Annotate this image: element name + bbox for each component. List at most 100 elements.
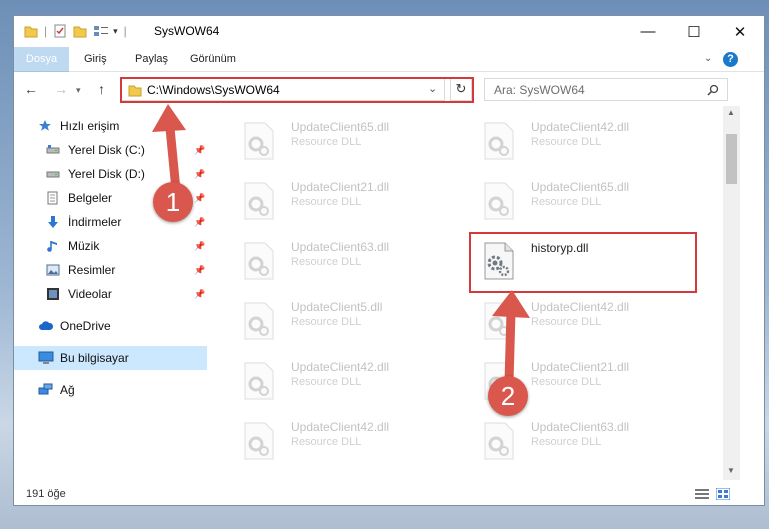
- up-arrow-icon[interactable]: ↑: [98, 81, 105, 97]
- sidebar-item-quick-access[interactable]: Hızlı erişim: [14, 114, 207, 138]
- sidebar-item-label: Videolar: [68, 287, 112, 301]
- dll-file-icon: [244, 302, 274, 340]
- sidebar-item-pictures[interactable]: Resimler 📌: [14, 258, 207, 282]
- forward-arrow-icon[interactable]: →: [54, 81, 68, 97]
- network-icon: [38, 383, 53, 395]
- dll-file-icon: [244, 422, 274, 460]
- file-type: Resource DLL: [531, 436, 602, 448]
- details-view-icon[interactable]: [695, 488, 709, 500]
- pin-icon[interactable]: 📌: [194, 217, 205, 228]
- step-2-badge: 2: [488, 376, 528, 416]
- sidebar-item-label: Yerel Disk (D:): [68, 167, 145, 181]
- search-icon: [707, 84, 719, 96]
- search-input[interactable]: Ara: SysWOW64: [494, 83, 585, 97]
- file-name: UpdateClient63.dll: [291, 240, 390, 254]
- sidebar-item-label: Belgeler: [68, 191, 113, 205]
- pin-icon[interactable]: 📌: [194, 241, 205, 252]
- scroll-thumb[interactable]: [726, 134, 737, 184]
- file-type: Resource DLL: [291, 256, 362, 268]
- file-item[interactable]: UpdateClient42.dll Resource DLL: [229, 416, 459, 466]
- sidebar-item-network[interactable]: Ağ: [14, 378, 207, 402]
- cloud-icon: [39, 321, 54, 330]
- sidebar-item-videos[interactable]: Videolar 📌: [14, 282, 207, 306]
- dll-file-icon: [484, 182, 514, 220]
- tab-home[interactable]: Giriş: [84, 47, 107, 71]
- ribbon: Dosya Giriş Paylaş Görünüm ⌄ ?: [14, 47, 764, 97]
- sidebar-item-label: OneDrive: [60, 319, 111, 333]
- file-name: UpdateClient42.dll: [291, 420, 390, 434]
- maximize-button[interactable]: ☐: [671, 16, 717, 47]
- documents-icon: [47, 191, 58, 205]
- sidebar-item-this-pc[interactable]: Bu bilgisayar: [14, 346, 207, 370]
- tab-share[interactable]: Paylaş: [135, 47, 168, 71]
- sidebar-item-label: Bu bilgisayar: [60, 351, 129, 365]
- file-name: UpdateClient21.dll: [291, 180, 390, 194]
- pin-icon[interactable]: 📌: [194, 289, 205, 300]
- file-item[interactable]: UpdateClient21.dll Resource DLL: [229, 176, 459, 226]
- close-button[interactable]: ✕: [717, 16, 763, 47]
- sidebar-item-label: İndirmeler: [68, 215, 122, 229]
- dll-file-icon: [244, 122, 274, 160]
- star-icon: [39, 120, 51, 131]
- pin-icon[interactable]: 📌: [194, 193, 205, 204]
- file-type: Resource DLL: [531, 196, 602, 208]
- file-item[interactable]: UpdateClient65.dll Resource DLL: [469, 176, 699, 226]
- dll-file-icon: [244, 182, 274, 220]
- file-type: Resource DLL: [291, 436, 362, 448]
- file-item[interactable]: UpdateClient42.dll Resource DLL: [229, 356, 459, 406]
- sidebar-item-label: Ağ: [60, 383, 75, 397]
- navigation-pane: Hızlı erişim Yerel Disk (C:) 📌 Yerel Dis…: [14, 106, 207, 471]
- computer-icon: [38, 351, 54, 364]
- back-arrow-icon[interactable]: ←: [24, 81, 38, 97]
- file-type: Resource DLL: [291, 376, 362, 388]
- file-item[interactable]: UpdateClient63.dll Resource DLL: [469, 416, 699, 466]
- view-icon[interactable]: [93, 24, 109, 38]
- scroll-down-icon[interactable]: ▼: [727, 466, 735, 475]
- file-name: UpdateClient65.dll: [531, 180, 630, 194]
- minimize-button[interactable]: —: [625, 16, 671, 47]
- drive-icon: [46, 145, 60, 154]
- sidebar-item-label: Müzik: [68, 239, 100, 253]
- file-item[interactable]: UpdateClient5.dll Resource DLL: [229, 296, 459, 346]
- help-button[interactable]: ?: [723, 52, 738, 67]
- drive-icon: [46, 171, 60, 178]
- download-icon: [48, 216, 58, 228]
- file-item[interactable]: UpdateClient65.dll Resource DLL: [229, 116, 459, 166]
- expand-ribbon-icon[interactable]: ⌄: [704, 53, 712, 64]
- music-icon: [47, 241, 57, 252]
- title-bar: | ▾ | SysWOW64 — ☐ ✕: [14, 16, 764, 47]
- sidebar-item-onedrive[interactable]: OneDrive: [14, 314, 207, 338]
- file-type: Resource DLL: [291, 316, 362, 328]
- sidebar-item-local-disk-c[interactable]: Yerel Disk (C:) 📌: [14, 138, 207, 162]
- file-type: Resource DLL: [531, 316, 602, 328]
- dll-file-icon: [244, 362, 274, 400]
- file-highlight: [469, 232, 697, 293]
- sidebar-item-music[interactable]: Müzik 📌: [14, 234, 207, 258]
- sidebar-item-label: Hızlı erişim: [60, 119, 120, 133]
- vertical-scrollbar[interactable]: ▲ ▼: [723, 106, 740, 480]
- customize-toolbar-icon[interactable]: ▾: [113, 26, 118, 37]
- scroll-up-icon[interactable]: ▲: [727, 108, 735, 117]
- pin-icon[interactable]: 📌: [194, 169, 205, 180]
- folder-icon: [24, 26, 38, 38]
- properties-icon[interactable]: [53, 24, 67, 38]
- window-title: SysWOW64: [154, 24, 220, 38]
- dll-file-icon: [484, 122, 514, 160]
- pin-icon[interactable]: 📌: [194, 145, 205, 156]
- file-item[interactable]: UpdateClient63.dll Resource DLL: [229, 236, 459, 286]
- file-name: UpdateClient63.dll: [531, 420, 630, 434]
- quick-access-toolbar: | ▾ |: [24, 23, 127, 39]
- dll-file-icon: [484, 422, 514, 460]
- search-box[interactable]: Ara: SysWOW64: [484, 78, 728, 101]
- sidebar-item-label: Resimler: [68, 263, 116, 277]
- new-folder-icon[interactable]: [73, 24, 87, 38]
- pin-icon[interactable]: 📌: [194, 265, 205, 276]
- file-item[interactable]: UpdateClient42.dll Resource DLL: [469, 116, 699, 166]
- file-type: Resource DLL: [291, 136, 362, 148]
- file-name: UpdateClient65.dll: [291, 120, 390, 134]
- large-icons-view-icon[interactable]: [716, 488, 730, 500]
- file-item[interactable]: UpdateClient42.dll Resource DLL: [469, 296, 699, 346]
- file-name: UpdateClient5.dll: [291, 300, 383, 314]
- tab-view[interactable]: Görünüm: [190, 47, 236, 71]
- recent-locations-icon[interactable]: ▾: [76, 85, 81, 96]
